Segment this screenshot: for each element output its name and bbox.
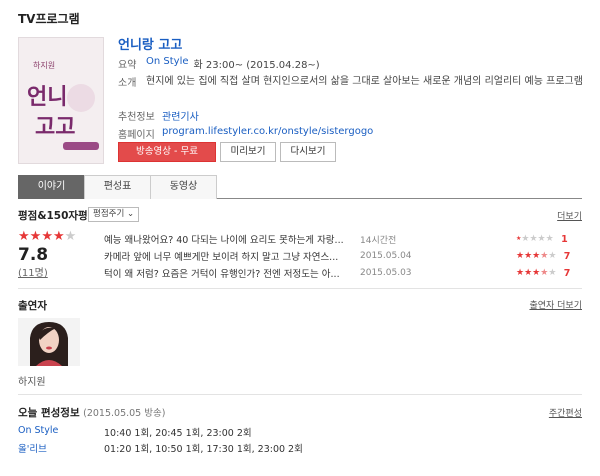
- ratings-more-link[interactable]: 더보기: [557, 209, 582, 222]
- review-date: 14시간전: [360, 235, 397, 246]
- review-stars: ★ ★ ★ ★ ★: [516, 251, 557, 261]
- schedule-times: 10:40 1회, 20:45 1회, 23:00 2회: [104, 428, 252, 439]
- program-tabs: 이야기 편성표 동영상: [18, 175, 582, 199]
- rate-dropdown[interactable]: 평점주기 ⌄: [88, 207, 140, 222]
- cast-photo[interactable]: [18, 318, 80, 366]
- review-text[interactable]: 예능 왜나왔어요? 40 다되는 나이에 요리도 못하는게 자랑...: [104, 232, 356, 246]
- review-score: 7: [563, 250, 571, 262]
- ratings-title: 평점&150자평: [18, 210, 88, 222]
- section-divider: [18, 288, 582, 289]
- summary-label: 요약: [118, 60, 137, 71]
- replay-button[interactable]: 다시보기: [280, 142, 336, 162]
- tab-videos[interactable]: 동영상: [150, 175, 217, 199]
- average-score: 7.8: [18, 245, 49, 265]
- star-icon: ★: [52, 229, 65, 244]
- weekly-schedule-link[interactable]: 주간편성: [549, 406, 582, 419]
- preview-button[interactable]: 미리보기: [220, 142, 276, 162]
- section-divider: [18, 394, 582, 395]
- program-title[interactable]: 언니랑 고고: [118, 34, 182, 53]
- tab-story[interactable]: 이야기: [18, 175, 85, 199]
- rating-count[interactable]: (11명): [18, 264, 48, 279]
- average-stars: ★ ★ ★ ★ ★: [18, 230, 76, 243]
- review-row: 턱이 왜 저럼? 요즘은 거턱이 유행인가? 전엔 저정도는 아... 2015…: [104, 265, 582, 281]
- recommend-label: 추천정보: [118, 112, 155, 123]
- cast-name[interactable]: 하지원: [18, 373, 46, 388]
- page-title: TV프로그램: [18, 12, 80, 26]
- schedule-date: (2015.05.05 방송): [83, 408, 166, 419]
- schedule-row: 올'리브 01:20 1회, 10:50 1회, 17:30 1회, 23:00…: [18, 441, 303, 455]
- avatar: [18, 318, 80, 366]
- schedule-times: 01:20 1회, 10:50 1회, 17:30 1회, 23:00 2회: [104, 444, 303, 455]
- review-text[interactable]: 카메라 앞에 너무 예쁘게만 보이려 하지 말고 그냥 자연스...: [104, 249, 356, 263]
- program-poster[interactable]: 하지원 언니 고고: [18, 37, 104, 164]
- schedule-row: On Style 10:40 1회, 20:45 1회, 23:00 2회: [18, 425, 252, 439]
- star-icon: ★: [29, 229, 42, 244]
- review-date: 2015.05.04: [360, 251, 412, 261]
- schedule-title: 오늘 편성정보: [18, 407, 80, 419]
- program-description: 현지에 있는 집에 직접 살며 현지인으로서의 삶을 그대로 살아보는 새로운 …: [146, 76, 583, 87]
- review-date: 2015.05.03: [360, 268, 412, 278]
- related-articles-link[interactable]: 관련기사: [162, 108, 199, 123]
- review-stars: ★ ★ ★ ★ ★: [516, 268, 557, 278]
- intro-row: 소개: [118, 74, 146, 89]
- review-score: 7: [563, 267, 571, 279]
- summary-row: 요약 On Style 화 23:00~ (2015.04.28~): [118, 56, 320, 71]
- homepage-row: 홈페이지 program.lifestyler.co.kr/onstyle/si…: [118, 126, 373, 141]
- recommend-row: 추천정보 관련기사: [118, 108, 199, 123]
- cast-more-link[interactable]: 출연자 더보기: [529, 298, 582, 311]
- review-row: 카메라 앞에 너무 예쁘게만 보이려 하지 말고 그냥 자연스... 2015.…: [104, 248, 582, 264]
- schedule-channel[interactable]: 올'리브: [18, 441, 104, 455]
- star-empty-icon: ★: [64, 229, 77, 244]
- svg-text:고고: 고고: [35, 115, 75, 140]
- schedule-header: 오늘 편성정보 (2015.05.05 방송): [18, 405, 165, 420]
- review-row: 예능 왜나왔어요? 40 다되는 나이에 요리도 못하는게 자랑... 14시간…: [104, 231, 582, 247]
- intro-label: 소개: [118, 78, 137, 89]
- review-score: 1: [561, 233, 568, 245]
- schedule-channel[interactable]: On Style: [18, 425, 104, 439]
- review-text[interactable]: 턱이 왜 저럼? 요즘은 거턱이 유행인가? 전엔 저정도는 아...: [104, 266, 356, 280]
- tab-schedule[interactable]: 편성표: [84, 175, 151, 199]
- channel-link[interactable]: On Style: [146, 56, 189, 71]
- airtime: 화 23:00~ (2015.04.28~): [193, 60, 320, 71]
- cast-title: 출연자: [18, 300, 47, 312]
- poster-sub-text: 하지원: [33, 60, 55, 70]
- svg-text:언니: 언니: [27, 85, 67, 110]
- review-stars: ★ ★ ★ ★ ★: [516, 234, 554, 244]
- homepage-link[interactable]: program.lifestyler.co.kr/onstyle/sisterg…: [162, 126, 373, 141]
- homepage-label: 홈페이지: [118, 130, 155, 141]
- star-icon: ★: [41, 229, 53, 244]
- poster-image: 하지원 언니 고고: [19, 38, 103, 163]
- broadcast-video-button[interactable]: 방송영상 - 무료: [118, 142, 216, 162]
- star-icon: ★: [18, 229, 30, 244]
